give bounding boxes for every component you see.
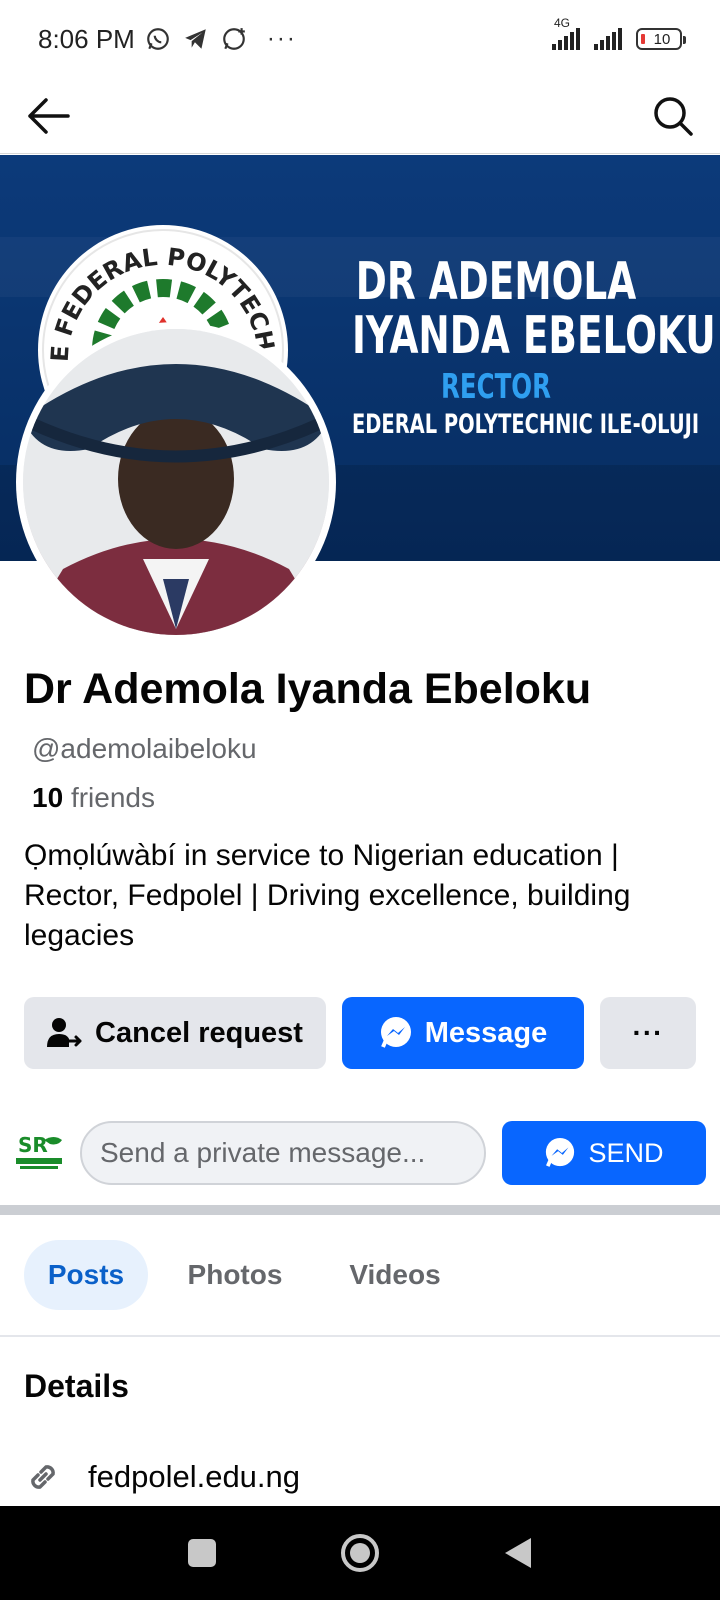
whatsapp-business-icon — [222, 28, 245, 50]
tab-videos[interactable]: Videos — [330, 1240, 460, 1310]
details-heading: Details — [24, 1368, 129, 1404]
link-icon — [31, 1465, 55, 1489]
send-label: SEND — [588, 1137, 664, 1168]
messenger-icon — [380, 1017, 411, 1048]
private-message-input[interactable] — [80, 1121, 486, 1185]
cover-name-line2: IYANDA EBELOKU — [352, 306, 716, 366]
profile-name: Dr Ademola Iyanda Ebeloku — [24, 665, 592, 713]
friends-count[interactable]: 10 friends — [32, 782, 155, 814]
website-url: fedpolel.edu.ng — [88, 1459, 301, 1494]
telegram-icon — [184, 29, 206, 49]
avatar-photo — [23, 329, 329, 635]
recent-apps-icon[interactable] — [185, 1536, 219, 1570]
more-notifications-icon: ··· — [266, 25, 297, 52]
home-icon[interactable] — [339, 1532, 381, 1574]
network-type-label: 4G — [554, 16, 571, 30]
cover-role: RECTOR — [441, 367, 551, 407]
whatsapp-icon — [146, 28, 169, 50]
more-options-icon: ··· — [632, 1017, 664, 1048]
send-button[interactable]: SEND — [502, 1121, 706, 1185]
signal-icon — [594, 28, 622, 50]
tab-posts[interactable]: Posts — [24, 1240, 148, 1310]
messenger-icon — [546, 1137, 575, 1167]
cover-name-line1: DR ADEMOLA — [355, 252, 637, 312]
cancel-request-button[interactable]: Cancel request — [24, 997, 326, 1069]
profile-avatar[interactable] — [16, 322, 336, 642]
svg-text:SR: SR — [18, 1133, 48, 1157]
message-button[interactable]: Message — [342, 997, 584, 1069]
friends-number: 10 — [32, 782, 64, 813]
cover-institution: EDERAL POLYTECHNIC ILE-OLUJI — [352, 409, 700, 440]
cover-text: DR ADEMOLA IYANDA EBELOKU RECTOR EDERAL … — [296, 252, 716, 440]
tab-photos[interactable]: Photos — [170, 1240, 300, 1310]
top-app-bar — [0, 78, 720, 154]
profile-bio: Ọmọlúwàbí in service to Nigerian educati… — [24, 839, 631, 952]
friends-label: friends — [70, 782, 155, 813]
arrow-left-icon[interactable] — [26, 96, 72, 136]
section-divider — [0, 1205, 720, 1215]
profile-page: 8:06 PM ··· 4G 10 E FEDERAL POLYTECH DR … — [0, 0, 720, 1600]
sahara-reporters-logo: SR — [14, 1130, 66, 1174]
status-time: 8:06 PM — [38, 23, 135, 54]
message-label: Message — [424, 1016, 548, 1049]
search-icon[interactable] — [652, 95, 694, 137]
status-system-icons: 4G 10 — [552, 16, 686, 50]
system-navigation-bar — [0, 1506, 720, 1600]
profile-handle: @ademolaibeloku — [32, 733, 257, 764]
tabs-divider — [0, 1335, 720, 1337]
more-options-button[interactable]: ··· — [600, 997, 696, 1069]
website-link[interactable]: fedpolel.edu.ng — [24, 1458, 300, 1496]
status-bar: 8:06 PM ··· 4G 10 — [0, 0, 720, 78]
cancel-request-label: Cancel request — [95, 1016, 303, 1049]
status-notification-icons: ··· — [145, 25, 297, 53]
signal-4g-icon: 4G — [552, 16, 580, 50]
battery-level: 10 — [653, 30, 671, 48]
battery-icon: 10 — [636, 28, 686, 50]
back-nav-icon[interactable] — [501, 1535, 535, 1571]
cancel-friend-request-icon — [47, 1018, 82, 1047]
